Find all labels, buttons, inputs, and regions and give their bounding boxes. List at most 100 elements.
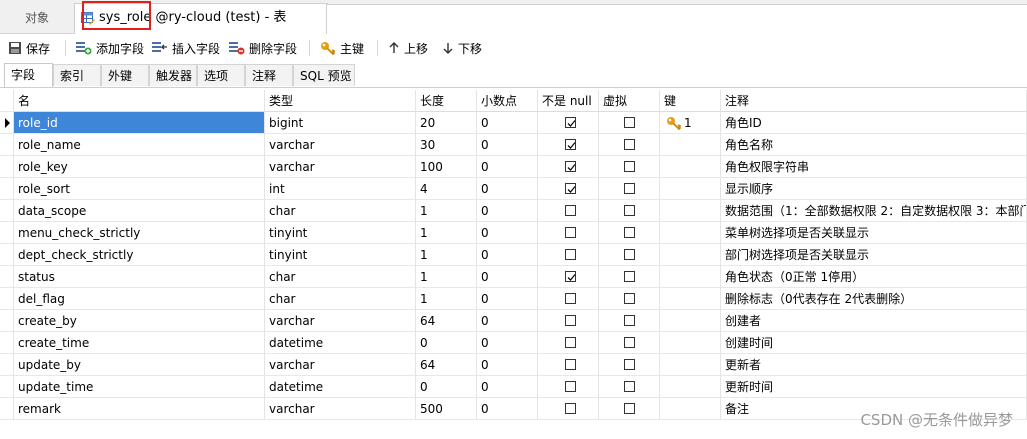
field-comment-cell[interactable]: 角色名称	[721, 134, 1027, 156]
field-decimals-cell[interactable]: 0	[477, 398, 538, 420]
field-name-cell[interactable]: remark	[14, 398, 265, 420]
table-row[interactable]: status char 1 0 角色状态（0正常 1停用）	[0, 266, 1027, 288]
virtual-checkbox[interactable]	[624, 315, 635, 326]
field-key-cell[interactable]	[660, 354, 721, 376]
virtual-checkbox[interactable]	[624, 293, 635, 304]
field-key-cell[interactable]	[660, 178, 721, 200]
table-row[interactable]: create_by varchar 64 0 创建者	[0, 310, 1027, 332]
not-null-checkbox[interactable]	[565, 183, 576, 194]
field-decimals-cell[interactable]: 0	[477, 178, 538, 200]
tab-options[interactable]: 选项	[197, 64, 245, 86]
table-row[interactable]: dept_check_strictly tinyint 1 0 部门树选择项是否关联显示	[0, 244, 1027, 266]
col-header-not-null[interactable]: 不是 null	[538, 90, 599, 112]
row-indicator[interactable]	[0, 332, 14, 354]
table-row[interactable]: role_key varchar 100 0 角色权限字符串	[0, 156, 1027, 178]
field-type-cell[interactable]: varchar	[265, 134, 416, 156]
field-decimals-cell[interactable]: 0	[477, 266, 538, 288]
virtual-checkbox[interactable]	[624, 271, 635, 282]
table-row[interactable]: update_by varchar 64 0 更新者	[0, 354, 1027, 376]
not-null-checkbox[interactable]	[565, 293, 576, 304]
tab-triggers[interactable]: 触发器	[149, 64, 197, 86]
tab-objects[interactable]: 对象	[0, 5, 75, 31]
field-name-cell[interactable]: data_scope	[14, 200, 265, 222]
field-type-cell[interactable]: varchar	[265, 156, 416, 178]
field-comment-cell[interactable]: 删除标志（0代表存在 2代表删除）	[721, 288, 1027, 310]
field-length-cell[interactable]: 1	[416, 266, 477, 288]
field-name-cell[interactable]: update_by	[14, 354, 265, 376]
not-null-checkbox[interactable]	[565, 315, 576, 326]
virtual-checkbox[interactable]	[624, 359, 635, 370]
col-header-length[interactable]: 长度	[416, 90, 477, 112]
field-length-cell[interactable]: 0	[416, 376, 477, 398]
field-comment-cell[interactable]: 菜单树选择项是否关联显示	[721, 222, 1027, 244]
field-decimals-cell[interactable]: 0	[477, 354, 538, 376]
field-decimals-cell[interactable]: 0	[477, 200, 538, 222]
field-type-cell[interactable]: datetime	[265, 332, 416, 354]
table-row[interactable]: role_id bigint 20 0 1 角色ID	[0, 112, 1027, 134]
table-row[interactable]: menu_check_strictly tinyint 1 0 菜单树选择项是否关联显示	[0, 222, 1027, 244]
col-header-decimals[interactable]: 小数点	[477, 90, 538, 112]
field-comment-cell[interactable]: 更新者	[721, 354, 1027, 376]
field-comment-cell[interactable]: 部门树选择项是否关联显示	[721, 244, 1027, 266]
field-decimals-cell[interactable]: 0	[477, 310, 538, 332]
not-null-checkbox[interactable]	[565, 161, 576, 172]
col-header-name[interactable]: 名	[14, 90, 265, 112]
field-comment-cell[interactable]: 显示顺序	[721, 178, 1027, 200]
virtual-checkbox[interactable]	[624, 161, 635, 172]
field-type-cell[interactable]: datetime	[265, 376, 416, 398]
field-name-cell[interactable]: role_name	[14, 134, 265, 156]
not-null-checkbox[interactable]	[565, 381, 576, 392]
field-name-cell[interactable]: create_time	[14, 332, 265, 354]
add-field-button[interactable]: 添加字段	[76, 39, 144, 57]
field-name-cell[interactable]: del_flag	[14, 288, 265, 310]
not-null-checkbox[interactable]	[565, 249, 576, 260]
virtual-checkbox[interactable]	[624, 227, 635, 238]
field-key-cell[interactable]	[660, 200, 721, 222]
field-length-cell[interactable]: 100	[416, 156, 477, 178]
field-name-cell[interactable]: create_by	[14, 310, 265, 332]
not-null-checkbox[interactable]	[565, 139, 576, 150]
row-indicator[interactable]	[0, 398, 14, 420]
field-key-cell[interactable]	[660, 288, 721, 310]
field-length-cell[interactable]: 4	[416, 178, 477, 200]
row-indicator[interactable]	[0, 134, 14, 156]
tab-sql-preview[interactable]: SQL 预览	[293, 64, 355, 86]
virtual-checkbox[interactable]	[624, 205, 635, 216]
field-name-cell[interactable]: role_key	[14, 156, 265, 178]
field-decimals-cell[interactable]: 0	[477, 376, 538, 398]
virtual-checkbox[interactable]	[624, 337, 635, 348]
primary-key-button[interactable]: 主键	[320, 39, 364, 57]
virtual-checkbox[interactable]	[624, 139, 635, 150]
field-name-cell[interactable]: dept_check_strictly	[14, 244, 265, 266]
field-type-cell[interactable]: tinyint	[265, 244, 416, 266]
not-null-checkbox[interactable]	[565, 403, 576, 414]
move-down-button[interactable]: 下移	[442, 39, 482, 57]
col-header-comment[interactable]: 注释	[721, 90, 1027, 112]
field-comment-cell[interactable]: 角色状态（0正常 1停用）	[721, 266, 1027, 288]
field-comment-cell[interactable]: 创建时间	[721, 332, 1027, 354]
row-indicator[interactable]	[0, 244, 14, 266]
field-key-cell[interactable]	[660, 244, 721, 266]
field-type-cell[interactable]: int	[265, 178, 416, 200]
row-indicator[interactable]	[0, 376, 14, 398]
virtual-checkbox[interactable]	[624, 183, 635, 194]
field-length-cell[interactable]: 0	[416, 332, 477, 354]
field-decimals-cell[interactable]: 0	[477, 112, 538, 134]
field-name-cell[interactable]: menu_check_strictly	[14, 222, 265, 244]
field-comment-cell[interactable]: 更新时间	[721, 376, 1027, 398]
field-type-cell[interactable]: bigint	[265, 112, 416, 134]
field-comment-cell[interactable]: 角色权限字符串	[721, 156, 1027, 178]
field-type-cell[interactable]: varchar	[265, 354, 416, 376]
field-type-cell[interactable]: char	[265, 266, 416, 288]
table-row[interactable]: data_scope char 1 0 数据范围（1：全部数据权限 2：自定数据权限 3…	[0, 200, 1027, 222]
field-decimals-cell[interactable]: 0	[477, 244, 538, 266]
field-name-cell[interactable]: status	[14, 266, 265, 288]
field-length-cell[interactable]: 1	[416, 288, 477, 310]
delete-field-button[interactable]: 删除字段	[229, 39, 297, 57]
row-indicator[interactable]	[0, 178, 14, 200]
row-indicator[interactable]	[0, 222, 14, 244]
field-type-cell[interactable]: char	[265, 200, 416, 222]
field-decimals-cell[interactable]: 0	[477, 134, 538, 156]
not-null-checkbox[interactable]	[565, 227, 576, 238]
tab-indexes[interactable]: 索引	[53, 64, 101, 86]
